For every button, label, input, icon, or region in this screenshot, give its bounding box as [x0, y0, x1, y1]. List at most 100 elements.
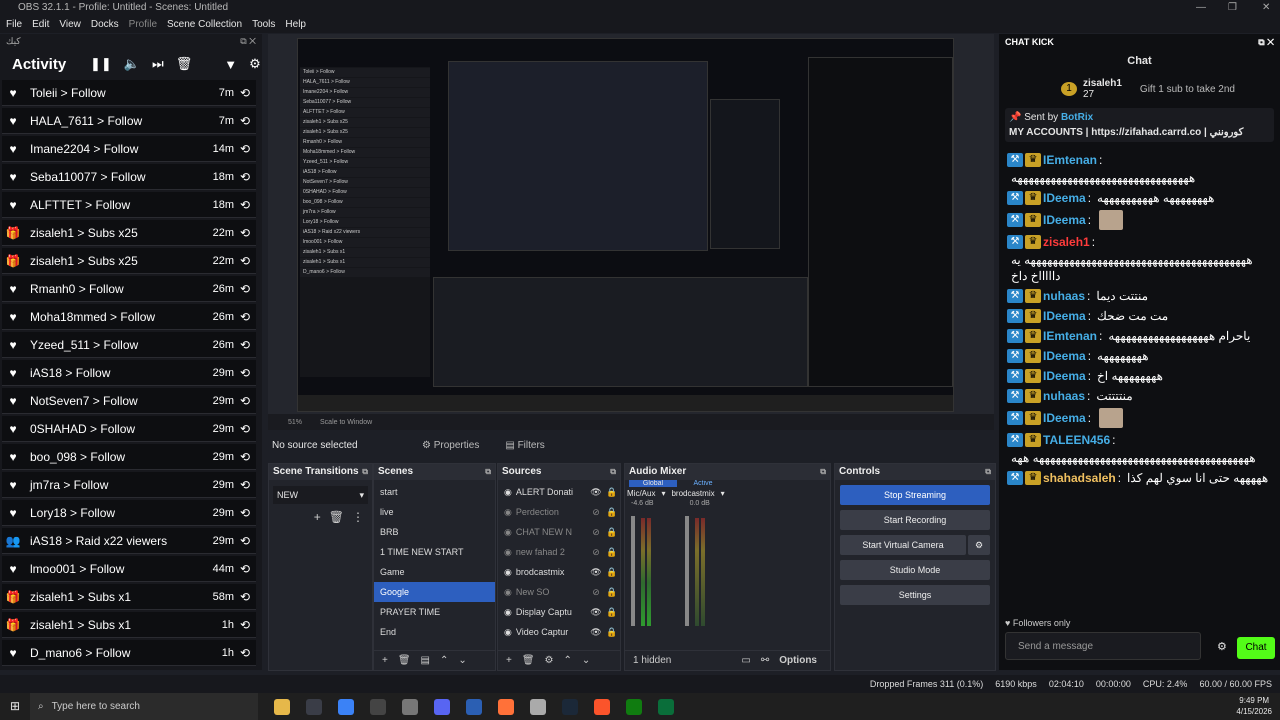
activity-row[interactable]: ♥ iAS18 > Follow 29m ⟲ — [2, 360, 256, 386]
chat-username[interactable]: nuhaas — [1043, 388, 1085, 404]
replay-icon[interactable]: ⟲ — [234, 478, 256, 492]
properties-button[interactable]: ⚙ Properties — [422, 440, 479, 451]
menu-file[interactable]: File — [6, 19, 22, 30]
xbox-icon[interactable] — [626, 698, 642, 715]
file-explorer-icon[interactable] — [274, 698, 290, 715]
chrome-icon[interactable] — [338, 698, 354, 715]
activity-row[interactable]: ♥ Imane2204 > Follow 14m ⟲ — [2, 136, 256, 162]
undock-icon[interactable]: ⧉ — [820, 464, 826, 480]
obs2-icon[interactable] — [370, 698, 386, 715]
lock-icon[interactable]: 🔒 — [604, 547, 620, 558]
scale-mode[interactable]: Scale to Window — [320, 419, 372, 426]
trash-icon[interactable]: 🗑 — [398, 655, 411, 666]
source-item[interactable]: ◉ new fahad 2 ⊘ 🔒 — [498, 542, 620, 562]
filter-icon[interactable]: ▼ — [224, 57, 237, 72]
eye-icon[interactable]: ⊘ — [588, 587, 604, 598]
chat-gear-icon[interactable]: ⚙ — [1217, 640, 1227, 653]
replay-icon[interactable]: ⟲ — [234, 338, 256, 352]
replay-icon[interactable]: ⟲ — [234, 506, 256, 520]
scene-item[interactable]: PRAYER TIME — [374, 602, 495, 622]
replay-icon[interactable]: ⟲ — [234, 310, 256, 324]
replay-icon[interactable]: ⟲ — [234, 562, 256, 576]
activity-row[interactable]: ♥ D_mano6 > Follow 1h ⟲ — [2, 640, 256, 666]
add-icon[interactable]: + — [382, 655, 388, 666]
source-item[interactable]: ◉ Display Captu 👁 🔒 — [498, 602, 620, 622]
mixer-options[interactable]: Options — [779, 655, 817, 666]
eye-icon[interactable]: 👁 — [588, 487, 604, 498]
up-icon[interactable]: ⌃ — [564, 655, 572, 666]
scene-item[interactable]: Game — [374, 562, 495, 582]
windows-start-icon[interactable]: ⊞ — [10, 699, 20, 713]
replay-icon[interactable]: ⟲ — [234, 618, 256, 632]
chat-send-button[interactable]: Chat — [1237, 637, 1275, 659]
replay-icon[interactable]: ⟲ — [234, 450, 256, 464]
close-icon[interactable]: ✕ — [1262, 0, 1270, 15]
activity-row[interactable]: ♥ Seba110077 > Follow 18m ⟲ — [2, 164, 256, 190]
activity-row[interactable]: 🎁 zisaleh1 > Subs x1 1h ⟲ — [2, 612, 256, 638]
menu-help[interactable]: Help — [285, 19, 306, 30]
app-icon[interactable] — [530, 698, 546, 715]
chat-username[interactable]: shahadsaleh — [1043, 470, 1116, 486]
eye-icon[interactable]: ⊘ — [588, 547, 604, 558]
eye-icon[interactable]: ⊘ — [588, 527, 604, 538]
lock-icon[interactable]: 🔒 — [604, 487, 620, 498]
replay-icon[interactable]: ⟲ — [234, 590, 256, 604]
calculator-icon[interactable] — [402, 698, 418, 715]
maximize-icon[interactable]: ❐ — [1228, 0, 1237, 15]
activity-row[interactable]: ♥ Toleii > Follow 7m ⟲ — [2, 80, 256, 106]
up-icon[interactable]: ⌃ — [440, 655, 448, 666]
volume-icon[interactable]: 🔈 — [124, 56, 140, 72]
pause-icon[interactable]: ❚❚ — [90, 56, 112, 72]
skip-icon[interactable]: ⏭ — [152, 56, 164, 72]
down-icon[interactable]: ⌄ — [582, 655, 590, 666]
activity-row[interactable]: 👥 iAS18 > Raid x22 viewers 29m ⟲ — [2, 528, 256, 554]
replay-icon[interactable]: ⟲ — [234, 226, 256, 240]
chat-username[interactable]: TALEEN456 — [1043, 432, 1110, 448]
dock-close-icon[interactable]: ⧉ ✕ — [1258, 34, 1274, 50]
eye-icon[interactable]: ⊘ — [588, 507, 604, 518]
activity-row[interactable]: 🎁 zisaleh1 > Subs x1 58m ⟲ — [2, 584, 256, 610]
add-icon[interactable]: + — [506, 655, 512, 666]
virtual-camera-button[interactable]: Start Virtual Camera — [840, 535, 966, 555]
activity-row[interactable]: ♥ ALFTTET > Follow 18m ⟲ — [2, 192, 256, 218]
activity-row[interactable]: ♥ Lory18 > Follow 29m ⟲ — [2, 500, 256, 526]
link-icon[interactable]: ⚯ — [761, 655, 769, 666]
stop-streaming-button[interactable]: Stop Streaming — [840, 485, 990, 505]
source-item[interactable]: ◉ New SO ⊘ 🔒 — [498, 582, 620, 602]
source-item[interactable]: ◉ brodcastmix 👁 🔒 — [498, 562, 620, 582]
replay-icon[interactable]: ⟲ — [234, 198, 256, 212]
word-icon[interactable] — [466, 698, 482, 715]
chat-input[interactable]: Send a message — [1005, 632, 1201, 660]
tab-active[interactable]: Active — [677, 480, 729, 487]
scene-item[interactable]: 1 TIME NEW START — [374, 542, 495, 562]
zoom-level[interactable]: 51% — [288, 419, 302, 426]
replay-icon[interactable]: ⟲ — [234, 282, 256, 296]
menu-edit[interactable]: Edit — [32, 19, 49, 30]
eye-icon[interactable]: 👁 — [588, 607, 604, 618]
obs-icon[interactable] — [306, 698, 322, 715]
gear-icon[interactable]: ⚙ — [249, 56, 261, 72]
chat-username[interactable]: nuhaas — [1043, 288, 1085, 304]
replay-icon[interactable]: ⟲ — [234, 170, 256, 184]
scene-item[interactable]: start — [374, 482, 495, 502]
chat-username[interactable]: IDeema — [1043, 190, 1086, 206]
replay-icon[interactable]: ⟲ — [234, 422, 256, 436]
start-recording-button[interactable]: Start Recording — [840, 510, 990, 530]
lock-icon[interactable]: 🔒 — [604, 527, 620, 538]
lock-icon[interactable]: 🔒 — [604, 567, 620, 578]
menu-scene-collection[interactable]: Scene Collection — [167, 19, 242, 30]
replay-icon[interactable]: ⟲ — [234, 86, 256, 100]
replay-icon[interactable]: ⟲ — [234, 646, 256, 660]
chat-username[interactable]: IDeema — [1043, 212, 1086, 228]
activity-row[interactable]: ♥ Moha18mmed > Follow 26m ⟲ — [2, 304, 256, 330]
lock-icon[interactable]: 🔒 — [604, 627, 620, 638]
taskbar-search[interactable]: ⌕ Type here to search — [30, 693, 258, 720]
activity-row[interactable]: 🎁 zisaleh1 > Subs x25 22m ⟲ — [2, 220, 256, 246]
layout-icon[interactable]: ▭ — [741, 655, 750, 666]
activity-row[interactable]: ♥ HALA_7611 > Follow 7m ⟲ — [2, 108, 256, 134]
mixer-hidden-count[interactable]: 1 hidden — [633, 655, 671, 666]
replay-icon[interactable]: ⟲ — [234, 366, 256, 380]
activity-row[interactable]: ♥ NotSeven7 > Follow 29m ⟲ — [2, 388, 256, 414]
chat-username[interactable]: IEmtenan — [1043, 328, 1097, 344]
scene-item[interactable]: live — [374, 502, 495, 522]
